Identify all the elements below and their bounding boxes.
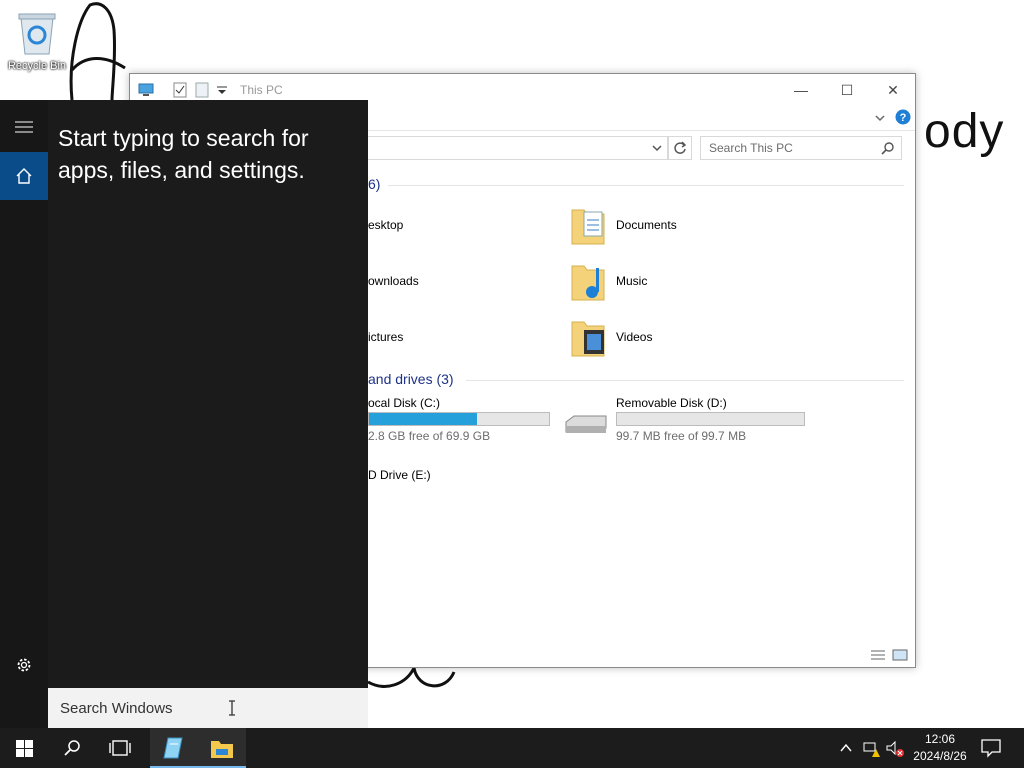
drive-label: Removable Disk (D:): [616, 396, 727, 410]
large-icons-view-icon: [892, 649, 908, 661]
task-view-icon: [109, 740, 131, 756]
maximize-icon: ☐: [840, 82, 854, 98]
search-icon: [64, 740, 80, 756]
customize-toolbar-icon[interactable]: [214, 82, 230, 98]
documents-folder-icon: [571, 209, 605, 245]
videos-folder-icon: [571, 321, 605, 357]
home-icon: [16, 168, 32, 184]
action-center-button[interactable]: [980, 738, 1002, 758]
volume-button[interactable]: [886, 740, 904, 758]
new-folder-icon[interactable]: [194, 82, 210, 98]
menu-button[interactable]: [0, 100, 48, 152]
taskbar: 12:06 2024/8/26: [0, 728, 1024, 768]
settings-button[interactable]: [0, 648, 48, 680]
folder-downloads[interactable]: ownloads: [368, 274, 419, 288]
details-view-button[interactable]: [870, 648, 886, 660]
help-icon[interactable]: ?: [895, 109, 911, 125]
folder-pictures[interactable]: ictures: [368, 330, 403, 344]
chevron-up-icon: [840, 743, 852, 752]
doodle-drawing: [69, 2, 126, 101]
removable-disk-icon: [565, 415, 607, 433]
refresh-icon: [674, 141, 687, 154]
drive-d[interactable]: Removable Disk (D:) 99.7 MB free of 99.7…: [564, 396, 805, 446]
large-icons-view-button[interactable]: [892, 648, 908, 661]
clock-date: 2024/8/26: [913, 749, 967, 763]
search-input[interactable]: Search This PC: [700, 136, 902, 160]
notification-icon: [981, 739, 1001, 758]
divider: [466, 380, 904, 381]
folder-videos[interactable]: Videos: [570, 316, 800, 360]
taskbar-app-file-explorer[interactable]: [198, 728, 246, 768]
search-icon: [881, 142, 894, 155]
file-explorer-icon: [211, 741, 233, 758]
start-button[interactable]: [0, 728, 48, 768]
start-search-pane: Start typing to search for apps, files, …: [0, 100, 368, 728]
doodle-text: ody: [924, 105, 1005, 158]
this-pc-icon: [138, 83, 154, 96]
drive-usage-bar: [616, 412, 805, 426]
folder-label: Videos: [616, 330, 653, 344]
folder-music[interactable]: Music: [570, 260, 800, 304]
minimize-button[interactable]: —: [778, 74, 824, 106]
drive-c[interactable]: ocal Disk (C:) 2.8 GB free of 69.9 GB: [368, 396, 550, 446]
folder-desktop[interactable]: esktop: [368, 218, 403, 232]
folder-documents[interactable]: Documents: [570, 204, 800, 248]
start-rail: [0, 100, 48, 728]
drive-usage-bar: [368, 412, 550, 426]
drive-free-space: 2.8 GB free of 69.9 GB: [368, 429, 491, 443]
chevron-down-icon[interactable]: [651, 142, 663, 154]
drive-free-space: 99.7 MB free of 99.7 MB: [616, 429, 747, 443]
drawing-app-icon: [163, 737, 183, 759]
search-windows-input[interactable]: Search Windows: [48, 688, 368, 728]
folder-label: Documents: [616, 218, 677, 232]
drive-e[interactable]: D Drive (E:): [368, 468, 431, 482]
text-cursor-icon: [229, 700, 235, 716]
close-icon: ✕: [887, 82, 899, 98]
network-status-button[interactable]: [862, 740, 880, 758]
properties-icon[interactable]: [172, 82, 188, 98]
hamburger-icon: [15, 121, 33, 133]
maximize-button[interactable]: ☐: [824, 74, 870, 106]
volume-muted-icon: [886, 740, 904, 757]
taskbar-app-notepad[interactable]: [150, 728, 198, 768]
close-button[interactable]: ✕: [870, 74, 916, 106]
recycle-bin-icon: [18, 13, 56, 55]
show-hidden-icons-button[interactable]: [838, 740, 854, 756]
clock[interactable]: 12:06 2024/8/26: [910, 731, 970, 765]
clock-time: 12:06: [924, 732, 956, 746]
drives-section-header[interactable]: and drives (3): [368, 371, 454, 387]
drive-label: ocal Disk (C:): [368, 396, 441, 410]
refresh-button[interactable]: [668, 136, 692, 160]
search-hint-message: Start typing to search for apps, files, …: [58, 125, 309, 183]
network-warning-icon: [863, 742, 880, 757]
windows-logo-icon: [16, 740, 33, 757]
window-title: This PC: [240, 83, 283, 97]
task-view-button[interactable]: [96, 728, 144, 768]
details-view-icon: [871, 650, 885, 660]
search-windows-placeholder: Search Windows: [60, 700, 173, 717]
folder-label: Music: [616, 274, 648, 288]
search-button[interactable]: [48, 728, 96, 768]
home-button[interactable]: [0, 152, 48, 200]
divider: [388, 185, 904, 186]
search-placeholder: Search This PC: [709, 141, 793, 155]
svg-text:?: ?: [900, 112, 907, 124]
music-folder-icon: [571, 265, 605, 301]
expand-ribbon-icon[interactable]: [874, 112, 886, 124]
gear-icon: [17, 658, 31, 672]
minimize-icon: —: [794, 82, 808, 98]
folders-section-header[interactable]: 6): [368, 176, 380, 192]
